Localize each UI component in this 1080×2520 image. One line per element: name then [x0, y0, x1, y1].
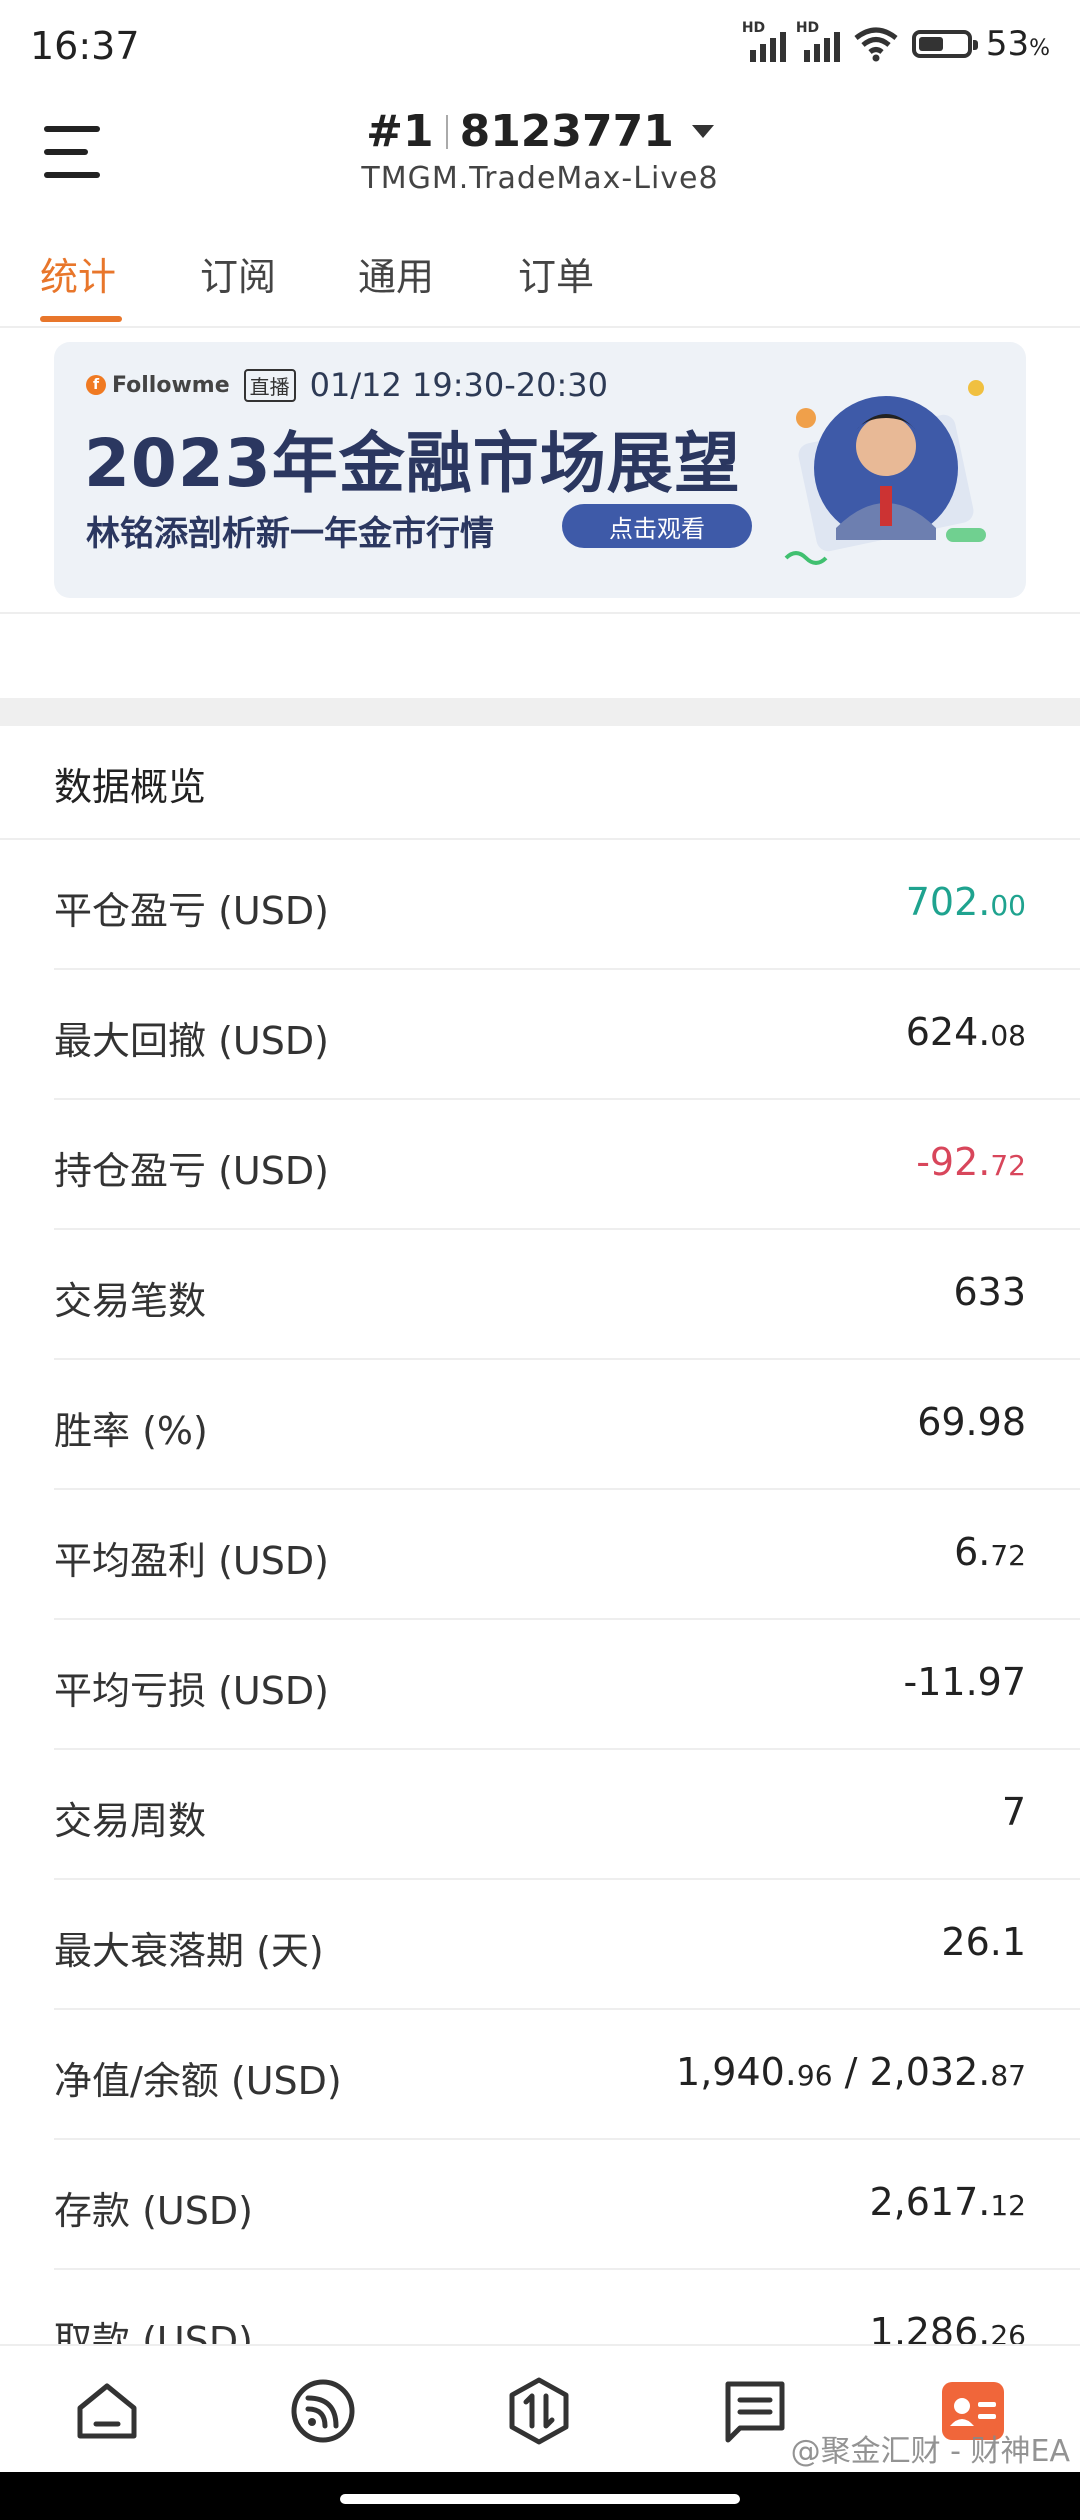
banner-date: 01/12 19:30-20:30	[309, 366, 608, 404]
tab-orders[interactable]: 订单	[518, 246, 594, 301]
tab-subscribe[interactable]: 订阅	[200, 246, 276, 301]
battery-percent: 53%	[985, 24, 1050, 64]
dropdown-caret-icon	[691, 125, 714, 138]
followme-logo: f Followme	[86, 373, 230, 398]
account-server: TMGM.TradeMax-Live8	[361, 161, 719, 196]
stat-value-part: 69.98	[917, 1400, 1026, 1444]
stat-row: 持仓盈亏 (USD) -92.72	[54, 1100, 1080, 1230]
stat-value: 69.98	[917, 1400, 1026, 1444]
stat-label: 交易笔数	[54, 1279, 207, 1323]
stat-label: 平仓盈亏 (USD)	[54, 889, 329, 933]
stat-row: 平均亏损 (USD) -11.97	[54, 1620, 1080, 1750]
stat-label: 胜率 (%)	[54, 1409, 208, 1453]
signal-hd-label-2: HD	[795, 20, 820, 36]
stat-value-part: 87	[990, 2059, 1026, 2092]
stat-value-part: 633	[953, 1270, 1026, 1314]
banner-title: 2023年金融市场展望	[84, 425, 741, 502]
stat-value-part: 72	[990, 1149, 1026, 1182]
promo-banner[interactable]: f Followme 直播 01/12 19:30-20:30 2023年金融市场…	[54, 342, 1026, 598]
stat-label: 平均盈利 (USD)	[54, 1539, 329, 1583]
wifi-icon	[854, 27, 898, 62]
stat-label: 最大衰落期 (天)	[54, 1929, 324, 1973]
stat-label: 最大回撤 (USD)	[54, 1019, 329, 1063]
home-indicator[interactable]	[340, 2494, 740, 2504]
stat-row: 最大衰落期 (天) 26.1	[54, 1880, 1080, 2010]
stat-label: 净值/余额 (USD)	[54, 2059, 342, 2103]
stat-value: 624.08	[906, 1010, 1026, 1054]
stat-row: 平均盈利 (USD) 6.72	[54, 1490, 1080, 1620]
stat-value-part: 08	[990, 1019, 1026, 1052]
presenter-illustration	[784, 380, 986, 565]
banner-spacer	[0, 612, 1080, 700]
account-divider	[445, 114, 448, 149]
stat-row: 胜率 (%) 69.98	[54, 1360, 1080, 1490]
live-tag: 直播	[243, 368, 296, 402]
orders-icon[interactable]	[720, 2376, 790, 2446]
signal-icon-2: HD	[796, 20, 840, 62]
stat-label: 存款 (USD)	[54, 2189, 253, 2233]
stat-value-part: 1,940.	[676, 2050, 797, 2094]
account-prefix: #1	[366, 106, 434, 157]
stat-value: -11.97	[904, 1660, 1027, 1704]
stat-value-part: -11.97	[903, 1660, 1027, 1704]
banner-subtitle: 林铭添剖析新一年金市行情	[86, 514, 494, 554]
status-icons: HD HD 53%	[742, 20, 1050, 64]
feed-icon[interactable]	[288, 2376, 358, 2446]
stat-value-part: 00	[990, 889, 1026, 922]
stat-value: 1,940.96 / 2,032.87	[676, 2050, 1026, 2094]
stat-value-part: 6.	[954, 1530, 991, 1574]
battery-icon	[911, 30, 978, 58]
signal-hd-label: HD	[741, 20, 766, 36]
stat-row: 最大回撤 (USD) 624.08	[54, 970, 1080, 1100]
stats-list: 平仓盈亏 (USD) 702.00 最大回撤 (USD) 624.08 持仓盈亏 (US…	[0, 840, 1080, 2400]
stat-row: 存款 (USD) 2,617.12	[54, 2140, 1080, 2270]
stat-value-part: 7	[1001, 1790, 1026, 1834]
account-number: 8123771	[459, 106, 674, 157]
stat-value-part: 702.	[905, 880, 991, 924]
app-header: #1 8123771 TMGM.TradeMax-Live8	[0, 96, 1080, 216]
stat-value: 633	[953, 1270, 1026, 1314]
banner-watch-button[interactable]: 点击观看	[562, 504, 752, 548]
stat-value: -92.72	[916, 1140, 1026, 1184]
stat-row: 平仓盈亏 (USD) 702.00	[54, 840, 1080, 970]
stat-value-part: 72	[990, 1539, 1026, 1572]
stat-row: 交易周数 7	[54, 1750, 1080, 1880]
tab-statistics[interactable]: 统计	[40, 246, 116, 301]
stat-value: 26.1	[941, 1920, 1026, 1964]
banner-brand: Followme	[112, 372, 230, 398]
stat-value-part: 2,617.	[869, 2180, 991, 2224]
stat-row: 净值/余额 (USD) 1,940.96 / 2,032.87	[54, 2010, 1080, 2140]
status-time: 16:37	[30, 24, 140, 68]
tab-bar: 统计 订阅 通用 订单	[0, 226, 1080, 328]
stat-value: 2,617.12	[869, 2180, 1026, 2224]
trade-icon[interactable]	[504, 2376, 574, 2446]
stat-row: 交易笔数 633	[54, 1230, 1080, 1360]
stat-label: 平均亏损 (USD)	[54, 1669, 329, 1713]
stat-value: 702.00	[906, 880, 1026, 924]
home-icon[interactable]	[72, 2376, 142, 2446]
section-divider	[0, 698, 1080, 726]
stat-value-part: -92.	[916, 1140, 991, 1184]
stat-value: 7	[1002, 1790, 1026, 1834]
system-nav-bar	[0, 2472, 1080, 2520]
stat-label: 交易周数	[54, 1799, 207, 1843]
account-selector[interactable]: #1 8123771 TMGM.TradeMax-Live8	[0, 106, 1080, 196]
stat-value-part: / 2,032.	[832, 2050, 991, 2094]
stat-label: 持仓盈亏 (USD)	[54, 1149, 329, 1193]
stat-value-part: 12	[990, 2189, 1026, 2222]
stat-value-part: 26.1	[941, 1920, 1026, 1964]
section-title-overview: 数据概览	[54, 765, 207, 809]
watermark: @聚金汇财 - 财神EA	[790, 2434, 1070, 2469]
stat-value-part: 96	[796, 2059, 833, 2092]
active-tab-indicator	[40, 316, 122, 322]
tab-general[interactable]: 通用	[358, 246, 434, 301]
signal-icon: HD	[742, 20, 786, 62]
stat-value: 6.72	[954, 1530, 1026, 1574]
status-bar: 16:37 HD HD 53%	[0, 0, 1080, 96]
stat-value-part: 624.	[905, 1010, 991, 1054]
